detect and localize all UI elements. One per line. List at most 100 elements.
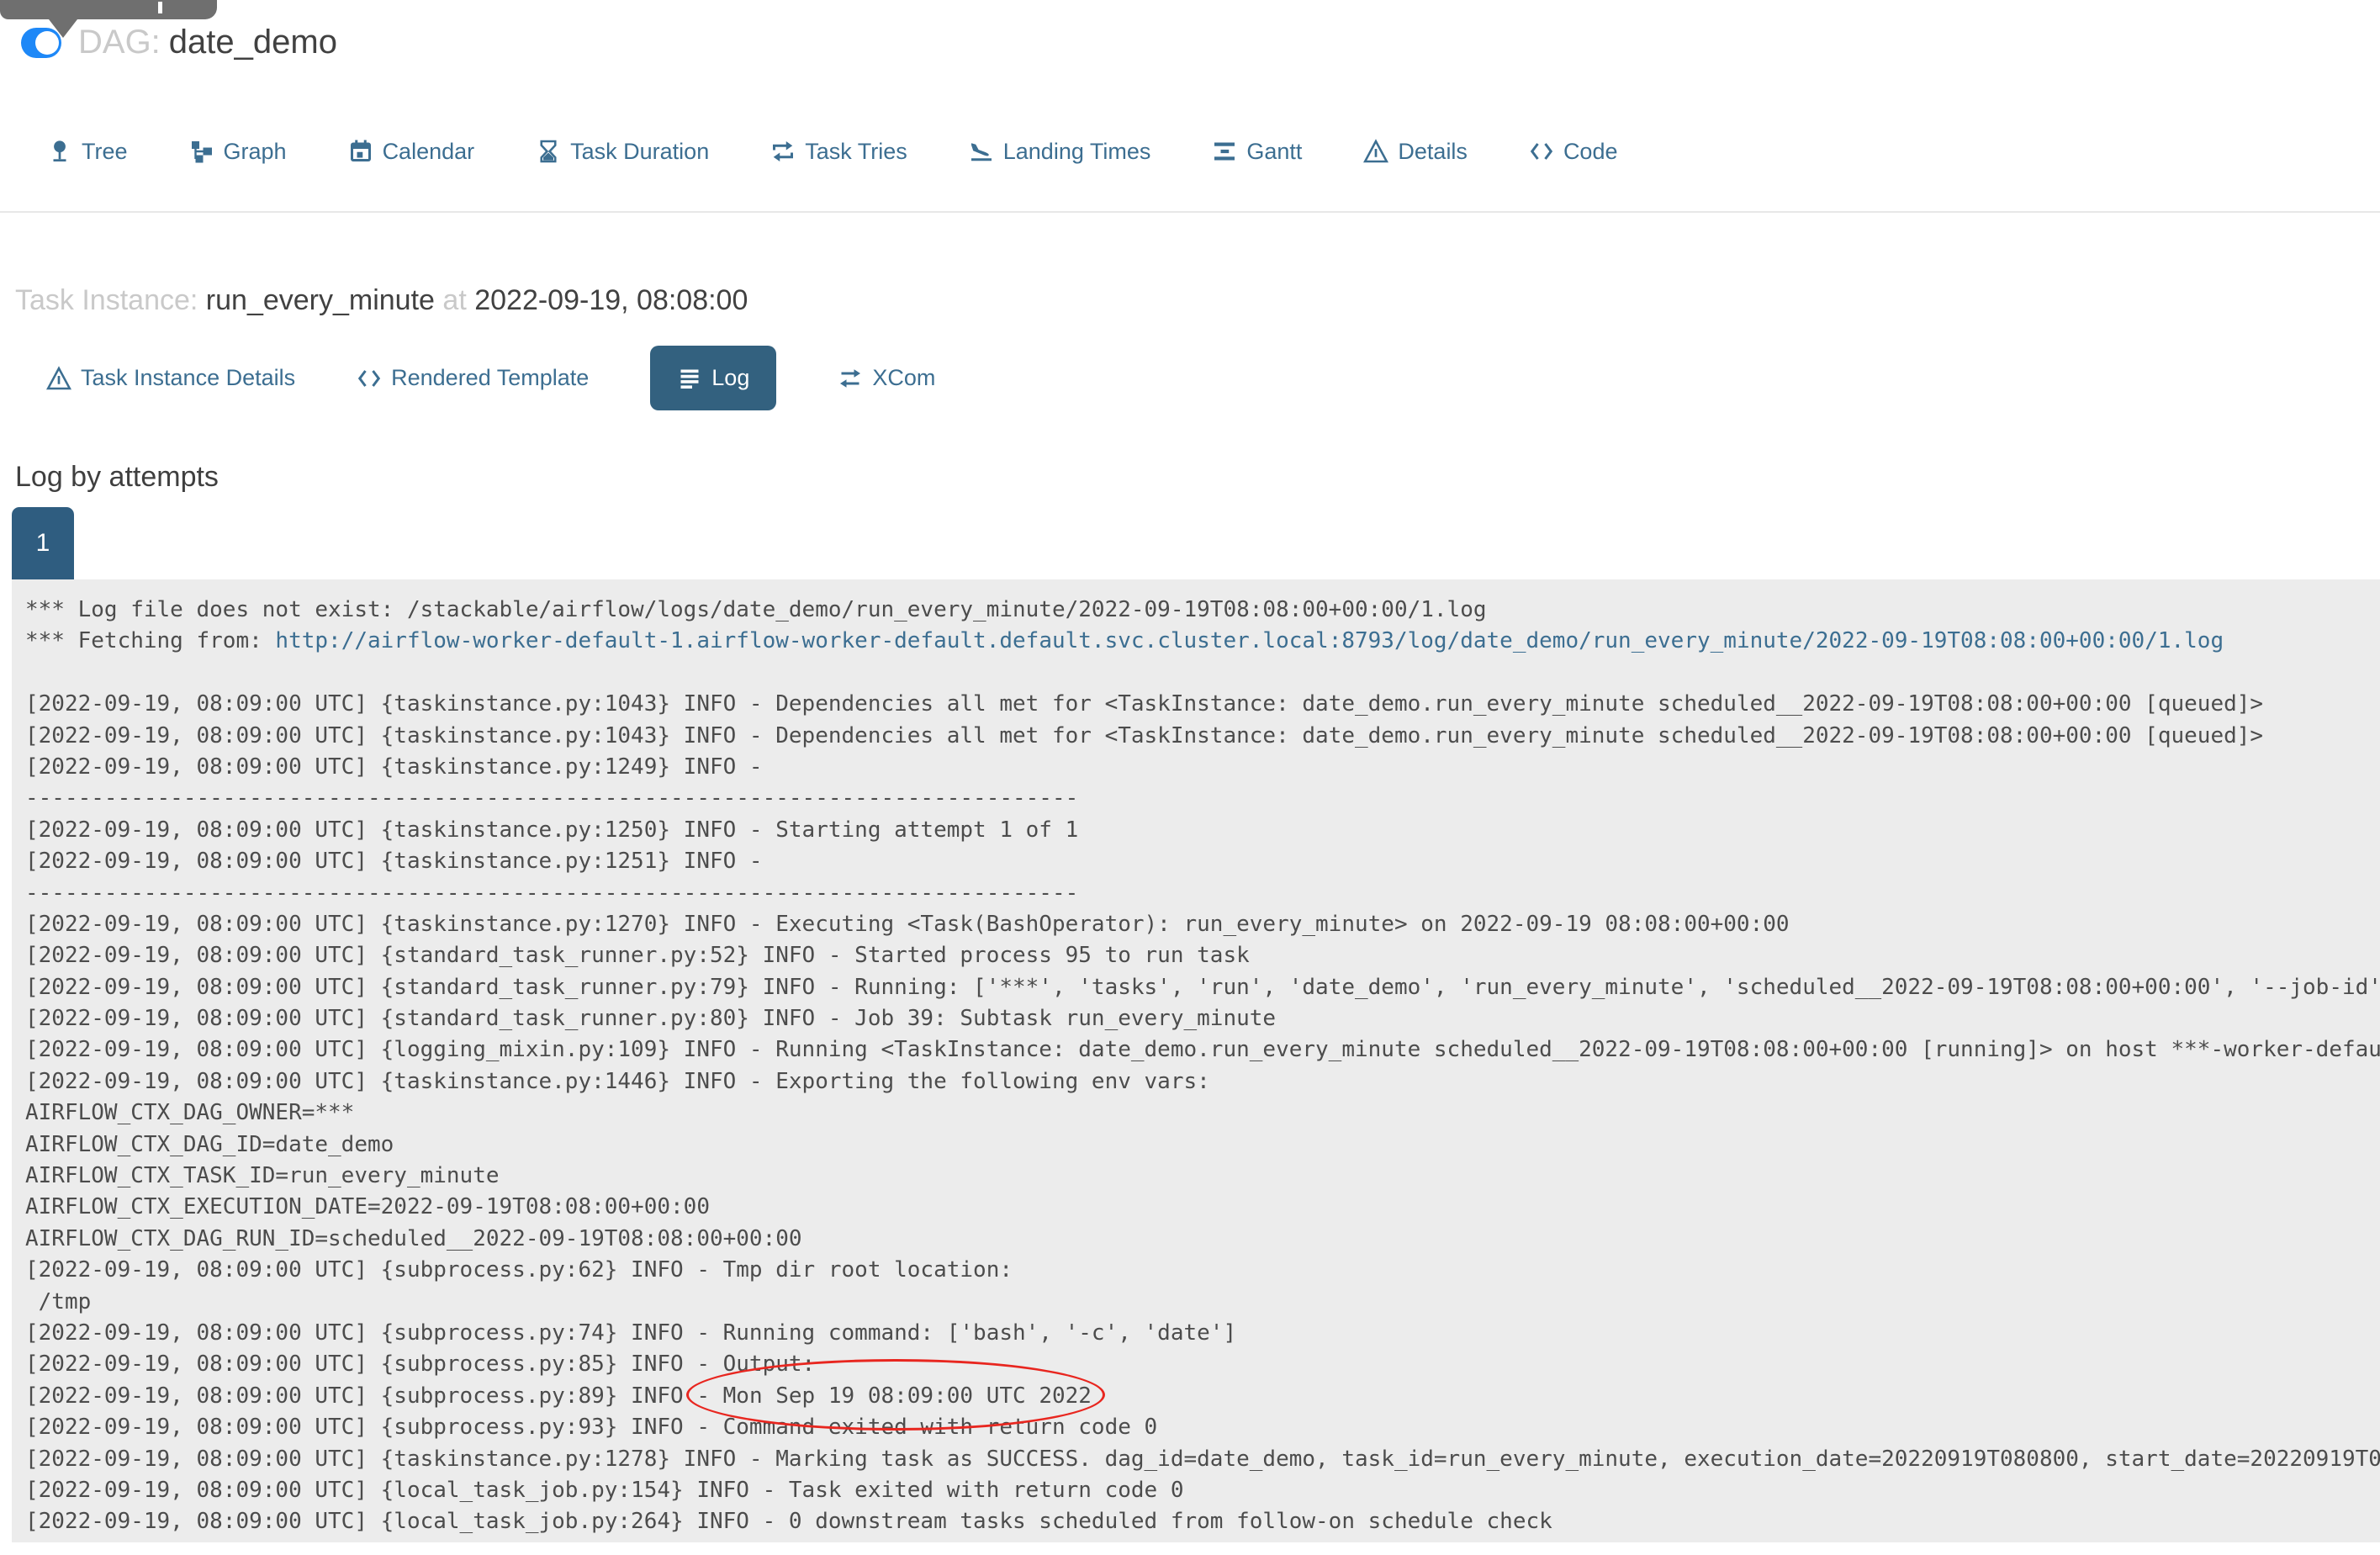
log-line: *** Fetching from: http://airflow-worker…	[25, 626, 2380, 657]
log-line: [2022-09-19, 08:09:00 UTC] {taskinstance…	[25, 909, 2380, 940]
tab-task-tries[interactable]: Task Tries	[770, 139, 907, 165]
dag-label: DAG:	[78, 24, 161, 61]
tab-task-duration[interactable]: Task Duration	[536, 139, 709, 165]
log-text: [2022-09-19, 08:09:00 UTC] {subprocess.p…	[25, 1257, 1013, 1283]
log-line: [2022-09-19, 08:09:00 UTC] {logging_mixi…	[25, 1034, 2380, 1066]
task-instance-datetime: 2022-09-19, 08:08:00	[474, 284, 748, 316]
log-text: [2022-09-19, 08:09:00 UTC] {taskinstance…	[25, 1068, 1210, 1094]
log-line: AIRFLOW_CTX_EXECUTION_DATE=2022-09-19T08…	[25, 1192, 2380, 1223]
log-text: AIRFLOW_CTX_DAG_RUN_ID=scheduled__2022-0…	[25, 1225, 802, 1251]
log-line: [2022-09-19, 08:09:00 UTC] {taskinstance…	[25, 689, 2380, 720]
dag-view-nav: Tree Graph Calendar Task Duration Task T…	[47, 126, 1617, 177]
log-text: [2022-09-19, 08:09:00 UTC] {taskinstance…	[25, 754, 776, 780]
code-icon	[1529, 139, 1554, 164]
triangle-icon	[1363, 139, 1389, 164]
dag-header: DAG: date_demo	[21, 24, 337, 61]
log-text: [2022-09-19, 08:09:00 UTC] {logging_mixi…	[25, 1037, 2380, 1063]
log-text: [2022-09-19, 08:09:00 UTC] {standard_tas…	[25, 943, 1250, 969]
log-line: AIRFLOW_CTX_DAG_RUN_ID=scheduled__2022-0…	[25, 1224, 2380, 1255]
task-instance-heading: Task Instance: run_every_minute at 2022-…	[15, 284, 748, 317]
log-text: [2022-09-19, 08:09:00 UTC] {subprocess.p…	[25, 1415, 1158, 1441]
task-instance-nav: Task Instance Details Rendered Template …	[46, 346, 935, 410]
dag-pause-toggle[interactable]	[21, 27, 61, 58]
log-line: [2022-09-19, 08:09:00 UTC] {standard_tas…	[25, 1003, 2380, 1034]
log-text: [2022-09-19, 08:09:00 UTC] {taskinstance…	[25, 722, 2264, 748]
subtab-label: XCom	[872, 365, 936, 390]
log-line: AIRFLOW_CTX_TASK_ID=run_every_minute	[25, 1161, 2380, 1192]
tab-code[interactable]: Code	[1529, 138, 1618, 165]
attempt-1-tab[interactable]: 1	[12, 507, 74, 579]
code-icon	[357, 366, 382, 391]
tree-icon	[47, 139, 72, 164]
log-line: [2022-09-19, 08:09:00 UTC] {standard_tas…	[25, 940, 2380, 971]
log-line: [2022-09-19, 08:09:00 UTC] {taskinstance…	[25, 815, 2380, 846]
log-text: [2022-09-19, 08:09:00 UTC] {taskinstance…	[25, 1446, 2380, 1472]
log-line: *** Log file does not exist: /stackable/…	[25, 595, 2380, 626]
tab-label: Task Tries	[805, 138, 907, 164]
log-lines: *** Log file does not exist: /stackable/…	[25, 595, 2380, 1538]
tab-label: Tree	[82, 138, 128, 164]
log-line: [2022-09-19, 08:09:00 UTC] {taskinstance…	[25, 846, 2380, 877]
log-text: [2022-09-19, 08:09:00 UTC] {local_task_j…	[25, 1509, 1552, 1535]
log-text: [2022-09-19, 08:09:00 UTC] {subprocess.p…	[25, 1320, 1237, 1346]
tab-label: Details	[1398, 138, 1468, 164]
tab-label: Graph	[223, 138, 287, 164]
subtab-xcom[interactable]: XCom	[838, 365, 935, 391]
log-line: ----------------------------------------…	[25, 783, 2380, 814]
tab-label: Gantt	[1246, 138, 1303, 164]
log-line: [2022-09-19, 08:09:00 UTC] {local_task_j…	[25, 1475, 2380, 1506]
log-line: [2022-09-19, 08:09:00 UTC] {taskinstance…	[25, 1444, 2380, 1475]
log-line: [2022-09-19, 08:09:00 UTC] {subprocess.p…	[25, 1358, 2380, 1431]
log-line: [2022-09-19, 08:09:00 UTC] {standard_tas…	[25, 972, 2380, 1003]
tab-label: Calendar	[382, 138, 475, 164]
red-circled-date-output: - Mon Sep 19 08:09:00 UTC 2022	[686, 1358, 1105, 1431]
log-line: AIRFLOW_CTX_DAG_ID=date_demo	[25, 1129, 2380, 1161]
tab-landing-times[interactable]: Landing Times	[969, 139, 1150, 165]
log-text: [2022-09-19, 08:09:00 UTC] {standard_tas…	[25, 1006, 1277, 1032]
log-text: [2022-09-19, 08:09:00 UTC] {taskinstance…	[25, 691, 2264, 717]
log-text: [2022-09-19, 08:09:00 UTC] {subprocess.p…	[25, 1383, 697, 1409]
subtab-log[interactable]: Log	[650, 346, 777, 410]
log-text: ----------------------------------------…	[25, 880, 1079, 906]
log-line: [2022-09-19, 08:09:00 UTC] {subprocess.p…	[25, 1318, 2380, 1349]
log-line: ----------------------------------------…	[25, 878, 2380, 909]
log-text: AIRFLOW_CTX_DAG_ID=date_demo	[25, 1131, 394, 1157]
task-instance-name: run_every_minute	[205, 284, 435, 316]
tab-details[interactable]: Details	[1363, 139, 1468, 165]
log-text: ----------------------------------------…	[25, 785, 1079, 812]
tab-tree[interactable]: Tree	[47, 139, 128, 165]
swap-arrows-icon	[838, 366, 863, 391]
calendar-icon	[348, 139, 373, 164]
log-text: [2022-09-19, 08:09:00 UTC] {taskinstance…	[25, 911, 1790, 937]
log-line: [2022-09-19, 08:09:00 UTC] {taskinstance…	[25, 1066, 2380, 1097]
tab-gantt[interactable]: Gantt	[1212, 139, 1302, 165]
log-text: *** Log file does not exist: /stackable/…	[25, 597, 1487, 622]
log-line: [2022-09-19, 08:09:00 UTC] {local_task_j…	[25, 1506, 2380, 1537]
log-text: *** Fetching from:	[25, 628, 276, 654]
subtab-label: Log	[711, 365, 750, 390]
header-divider	[0, 211, 2380, 213]
subtab-label: Rendered Template	[391, 365, 590, 390]
tab-graph[interactable]: Graph	[189, 139, 287, 165]
log-line: [2022-09-19, 08:09:00 UTC] {taskinstance…	[25, 752, 2380, 783]
tab-label: Code	[1563, 138, 1618, 164]
subtab-label: Task Instance Details	[81, 365, 296, 390]
tab-calendar[interactable]: Calendar	[348, 138, 475, 165]
tab-label: Task Duration	[570, 138, 710, 164]
dag-name: date_demo	[168, 24, 337, 61]
log-fetch-url-link[interactable]: http://airflow-worker-default-1.airflow-…	[275, 628, 2224, 653]
task-instance-at: at	[442, 284, 467, 316]
gantt-bars-icon	[1212, 139, 1237, 164]
tooltip-remnant	[0, 0, 217, 19]
task-instance-prefix: Task Instance:	[15, 284, 198, 316]
tooltip-text-remnant	[158, 2, 162, 13]
log-line: [2022-09-19, 08:09:00 UTC] {subprocess.p…	[25, 1255, 2380, 1286]
triangle-icon	[46, 365, 71, 391]
hourglass-icon	[536, 139, 561, 164]
log-text: AIRFLOW_CTX_EXECUTION_DATE=2022-09-19T08…	[25, 1194, 710, 1220]
list-lines-icon	[677, 366, 702, 391]
plane-landing-icon	[969, 139, 994, 164]
log-text: AIRFLOW_CTX_DAG_OWNER=***	[25, 1100, 355, 1126]
subtab-task-instance-details[interactable]: Task Instance Details	[46, 365, 295, 391]
subtab-rendered-template[interactable]: Rendered Template	[357, 365, 589, 391]
